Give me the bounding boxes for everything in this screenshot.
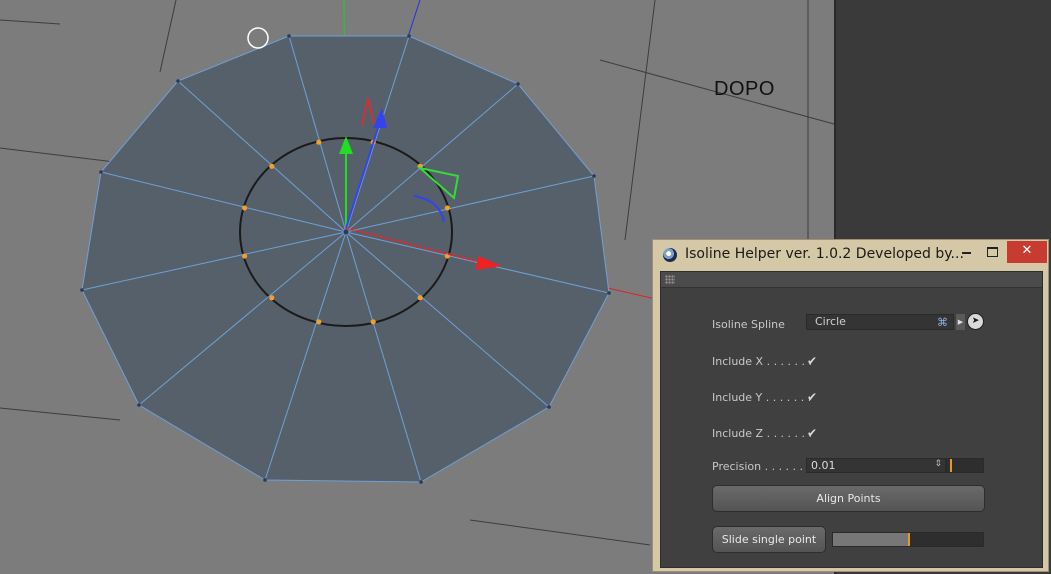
selected-point xyxy=(316,139,322,145)
mesh-point xyxy=(80,288,84,292)
precision-value: 0.01 xyxy=(811,459,836,472)
selected-point xyxy=(241,205,248,211)
align-points-button[interactable]: Align Points xyxy=(712,485,985,512)
selected-point xyxy=(269,163,275,169)
cursor-circle xyxy=(247,27,269,49)
maximize-button[interactable] xyxy=(979,241,1005,263)
isoline-spline-value: Circle xyxy=(815,315,846,328)
selected-point xyxy=(417,295,423,301)
mesh-point xyxy=(547,405,551,409)
include-x-checkbox[interactable]: ✔ xyxy=(807,355,819,367)
slide-single-point-button[interactable]: Slide single point xyxy=(712,526,826,553)
selected-point xyxy=(241,253,248,259)
selected-point xyxy=(444,205,451,211)
close-icon: ✕ xyxy=(1021,243,1033,258)
selected-point xyxy=(370,319,376,325)
include-z-checkbox[interactable]: ✔ xyxy=(807,427,819,439)
slide-slider-fill xyxy=(833,533,908,546)
slide-slider-knob[interactable] xyxy=(908,533,910,546)
include-y-checkbox[interactable]: ✔ xyxy=(807,391,819,403)
slide-point-slider[interactable] xyxy=(832,532,984,547)
mesh-point xyxy=(137,403,141,407)
mesh-point xyxy=(176,79,180,83)
include-x-label: Include X . . . . . . . xyxy=(712,355,813,368)
spline-menu-arrow-button[interactable]: ▶ xyxy=(956,314,965,330)
dialog-content: Isoline Spline Circle ⌘ ▶ ➤ Include X . … xyxy=(660,271,1043,568)
mesh-point xyxy=(263,478,267,482)
dialog-title: Isoline Helper ver. 1.0.2 Developed by..… xyxy=(685,246,964,262)
mesh-point xyxy=(592,174,596,178)
selected-point xyxy=(316,319,322,325)
mesh-point xyxy=(419,480,423,484)
precision-slider[interactable] xyxy=(946,458,984,473)
isoline-spline-link-field[interactable]: Circle ⌘ xyxy=(806,314,954,330)
arrow-cursor-icon[interactable]: ➤ xyxy=(967,313,984,330)
mesh-point xyxy=(99,170,103,174)
isoline-spline-label: Isoline Spline xyxy=(712,318,785,331)
spinner-arrows-icon[interactable]: ⇕ xyxy=(934,458,942,471)
include-z-label: Include Z . . . . . . . xyxy=(712,427,813,440)
mesh-point xyxy=(287,34,291,38)
maximize-icon xyxy=(986,247,998,257)
isoline-helper-dialog[interactable]: Isoline Helper ver. 1.0.2 Developed by..… xyxy=(652,239,1049,572)
cinema4d-logo-icon xyxy=(663,248,677,262)
include-y-label: Include Y . . . . . . . xyxy=(712,391,812,404)
spline-icon: ⌘ xyxy=(937,316,948,329)
precision-slider-knob[interactable] xyxy=(950,459,952,472)
selected-point xyxy=(269,295,275,301)
dialog-titlebar[interactable]: Isoline Helper ver. 1.0.2 Developed by..… xyxy=(653,240,1048,270)
mesh-point xyxy=(607,291,611,295)
precision-label: Precision . . . . . . . xyxy=(712,460,811,473)
mesh-point xyxy=(516,82,520,86)
disc-mesh[interactable] xyxy=(80,34,611,484)
grip-icon[interactable] xyxy=(665,275,675,284)
precision-input[interactable]: 0.01 ⇕ xyxy=(806,458,946,473)
close-button[interactable]: ✕ xyxy=(1007,241,1047,263)
viewport-label: DOPO xyxy=(714,78,775,100)
mesh-point xyxy=(407,34,411,38)
mesh-outer-face xyxy=(81,35,610,483)
mesh-center-point xyxy=(343,229,349,235)
minimize-icon xyxy=(961,252,971,254)
dialog-grip-bar[interactable] xyxy=(661,272,1042,288)
minimize-button[interactable] xyxy=(953,241,979,263)
